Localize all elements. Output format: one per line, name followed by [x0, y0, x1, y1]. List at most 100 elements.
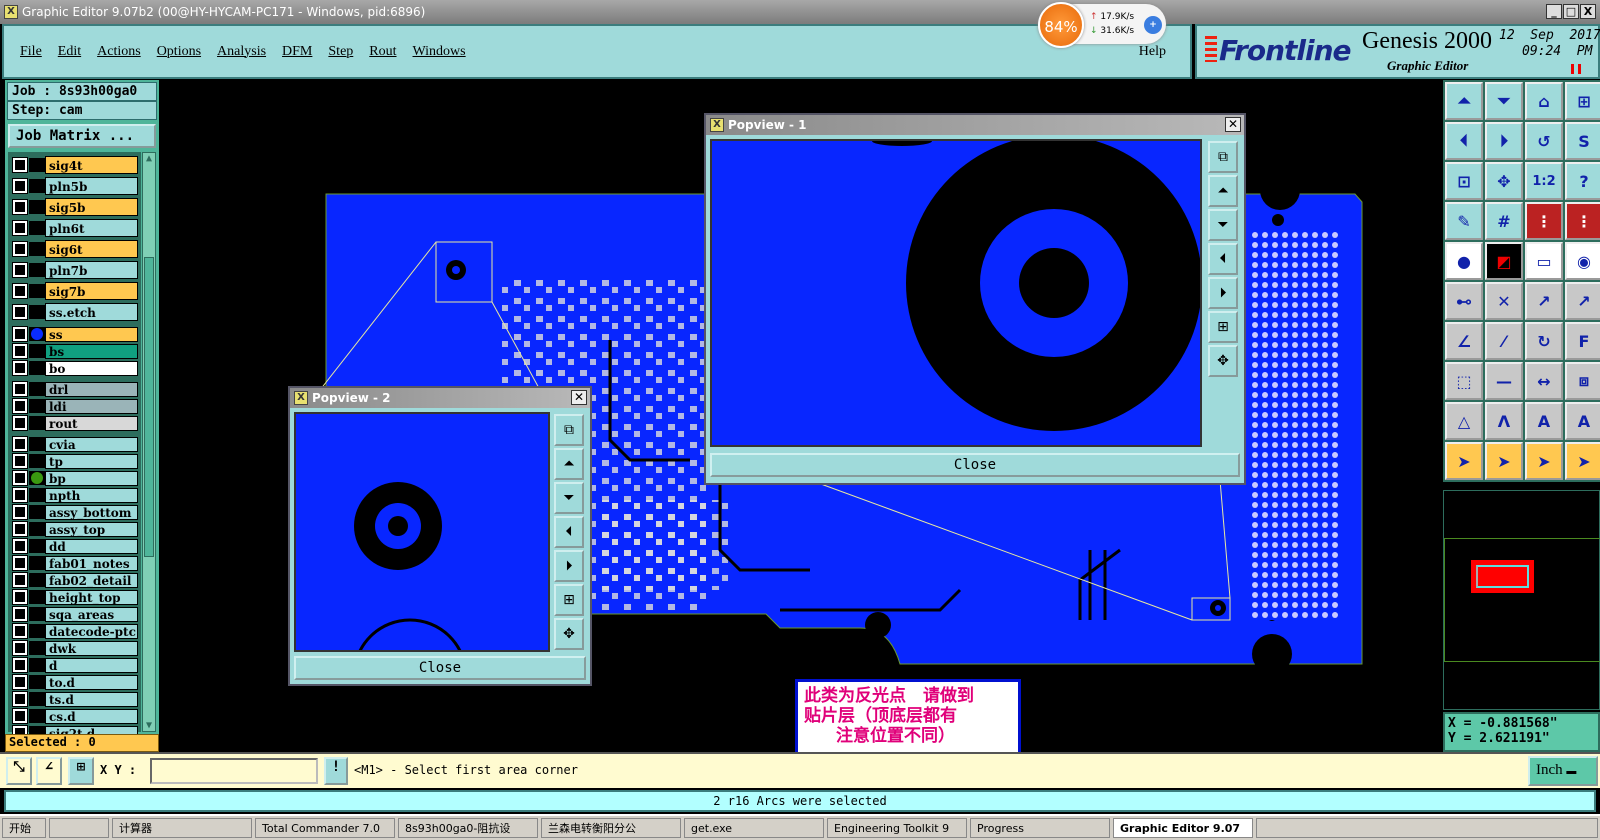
- scale-icon[interactable]: 1:2: [1525, 162, 1563, 200]
- layer-row-sig4t[interactable]: sig4t: [11, 155, 138, 174]
- layer-name[interactable]: sqa_areas: [45, 606, 138, 622]
- scroll-up-icon[interactable]: ▲: [143, 153, 155, 167]
- popview-2-close-icon[interactable]: ✕: [571, 390, 587, 405]
- maximize-button[interactable]: □: [1563, 4, 1579, 19]
- taskbar-item[interactable]: Progress: [970, 818, 1110, 838]
- alert-icon[interactable]: !: [324, 757, 348, 785]
- menu-help[interactable]: Help: [1139, 44, 1166, 60]
- layer-checkbox[interactable]: [12, 708, 28, 724]
- layer-name[interactable]: ts.d: [45, 691, 138, 707]
- layer-checkbox[interactable]: [12, 198, 28, 215]
- system-tray[interactable]: [1256, 818, 1598, 838]
- arc3-icon[interactable]: A: [1525, 402, 1563, 440]
- layer-name[interactable]: sig4t: [45, 155, 138, 174]
- zoom-to-icon[interactable]: ⧉: [554, 414, 584, 446]
- layer-checkbox[interactable]: [12, 360, 28, 376]
- layer-name[interactable]: assy_top: [45, 521, 138, 537]
- layer-row-fab02_detail[interactable]: fab02_detail: [11, 572, 138, 588]
- zoom-out-icon[interactable]: ✥: [1208, 345, 1238, 377]
- minimize-button[interactable]: _: [1546, 4, 1562, 19]
- taskbar-item[interactable]: 开始: [2, 818, 46, 838]
- layer-checkbox[interactable]: [12, 606, 28, 622]
- line-icon[interactable]: ∠: [1445, 322, 1483, 360]
- taskbar-item[interactable]: [49, 818, 109, 838]
- layer-checkbox[interactable]: [12, 521, 28, 537]
- mirror-icon[interactable]: F: [1565, 322, 1600, 360]
- network-monitor-widget[interactable]: 84% ↑ 17.9K/s ↓ 31.6K/s +: [1038, 2, 1166, 48]
- layer-name[interactable]: bs: [45, 343, 138, 359]
- xy-input[interactable]: [150, 758, 318, 784]
- shapes-icon[interactable]: ⧈: [1565, 362, 1600, 400]
- layer-checkbox[interactable]: [12, 381, 28, 397]
- layer-row-dwk[interactable]: dwk: [11, 640, 138, 656]
- job-matrix-button[interactable]: Job Matrix ...: [8, 124, 156, 148]
- layer-row-tp[interactable]: tp: [11, 453, 138, 469]
- layer-row-datecode-ptc[interactable]: datecode-ptc: [11, 623, 138, 639]
- pan-down-icon[interactable]: ⏷: [554, 482, 584, 514]
- layer-name[interactable]: pln6t: [45, 218, 138, 237]
- rotate-icon[interactable]: ↻: [1525, 322, 1563, 360]
- close-button[interactable]: X: [1580, 4, 1596, 19]
- snap-icon[interactable]: S: [1565, 122, 1600, 160]
- layer-name[interactable]: d: [45, 657, 138, 673]
- pan-up-icon[interactable]: ⏶: [1208, 175, 1238, 207]
- taskbar-item[interactable]: Engineering Toolkit 9: [827, 818, 967, 838]
- minimap-viewport[interactable]: [1471, 560, 1534, 593]
- units-selector[interactable]: Inch ▬: [1528, 756, 1598, 786]
- layer-row-sqa_areas[interactable]: sqa_areas: [11, 606, 138, 622]
- minimap[interactable]: [1443, 490, 1600, 710]
- layer-row-sig5b[interactable]: sig5b: [11, 197, 138, 216]
- layer-name[interactable]: ldi: [45, 398, 138, 414]
- layer-checkbox[interactable]: [12, 303, 28, 320]
- layer-row-ts.d[interactable]: ts.d: [11, 691, 138, 707]
- layer-row-bo[interactable]: bo: [11, 360, 138, 376]
- taskbar-item[interactable]: Total Commander 7.0: [255, 818, 395, 838]
- layer-row-bp[interactable]: bp: [11, 470, 138, 486]
- layer-name[interactable]: ss: [45, 326, 138, 342]
- menu-step[interactable]: Step: [328, 44, 353, 60]
- layer-name[interactable]: bo: [45, 360, 138, 376]
- layer-row-to.d[interactable]: to.d: [11, 674, 138, 690]
- layer-name[interactable]: cs.d: [45, 708, 138, 724]
- connect-icon[interactable]: ⊷: [1445, 282, 1483, 320]
- layer-name[interactable]: sig7b: [45, 281, 138, 300]
- layer-checkbox[interactable]: [12, 538, 28, 554]
- layer-checkbox[interactable]: [12, 282, 28, 299]
- layer-row-rout[interactable]: rout: [11, 415, 138, 431]
- popview-1-view[interactable]: [710, 139, 1202, 447]
- help-icon[interactable]: ?: [1565, 162, 1600, 200]
- popview-1-close-button[interactable]: Close: [710, 453, 1240, 477]
- layer-row-d[interactable]: d: [11, 657, 138, 673]
- move-icon[interactable]: ↗: [1525, 282, 1563, 320]
- layer-row-sig6t[interactable]: sig6t: [11, 239, 138, 258]
- layer-name[interactable]: npth: [45, 487, 138, 503]
- ruler-icon[interactable]: ▭: [1525, 242, 1563, 280]
- layer-row-cs.d[interactable]: cs.d: [11, 708, 138, 724]
- layer-checkbox[interactable]: [12, 572, 28, 588]
- layer-name[interactable]: pln5b: [45, 176, 138, 195]
- layer-checkbox[interactable]: [12, 261, 28, 278]
- layer-row-height_top[interactable]: height_top: [11, 589, 138, 605]
- layer-row-fab01_notes[interactable]: fab01_notes: [11, 555, 138, 571]
- layer-name[interactable]: assy_bottom: [45, 504, 138, 520]
- menu-file[interactable]: File: [20, 44, 42, 60]
- home-icon[interactable]: ⌂: [1525, 82, 1563, 120]
- pan-left-icon[interactable]: ⏴: [1445, 122, 1483, 160]
- menu-edit[interactable]: Edit: [58, 44, 81, 60]
- layer-checkbox[interactable]: [12, 326, 28, 342]
- menu-options[interactable]: Options: [157, 44, 201, 60]
- scroll-thumb[interactable]: [144, 257, 154, 557]
- layer-row-drl[interactable]: drl: [11, 381, 138, 397]
- layer-checkbox[interactable]: [12, 219, 28, 236]
- plus-icon[interactable]: +: [1144, 16, 1162, 34]
- taskbar-item[interactable]: get.exe: [684, 818, 824, 838]
- layer-name[interactable]: dwk: [45, 640, 138, 656]
- taskbar-item[interactable]: 8s93h00ga0-阻抗设: [398, 818, 538, 838]
- scroll-down-icon[interactable]: ▼: [143, 720, 155, 731]
- layer-checkbox[interactable]: [12, 240, 28, 257]
- zoom-in-icon[interactable]: ⊡: [1445, 162, 1483, 200]
- layer-name[interactable]: height_top: [45, 589, 138, 605]
- popview-2-close-button[interactable]: Close: [294, 656, 586, 680]
- pad-icon[interactable]: ●: [1445, 242, 1483, 280]
- menu-rout[interactable]: Rout: [369, 44, 396, 60]
